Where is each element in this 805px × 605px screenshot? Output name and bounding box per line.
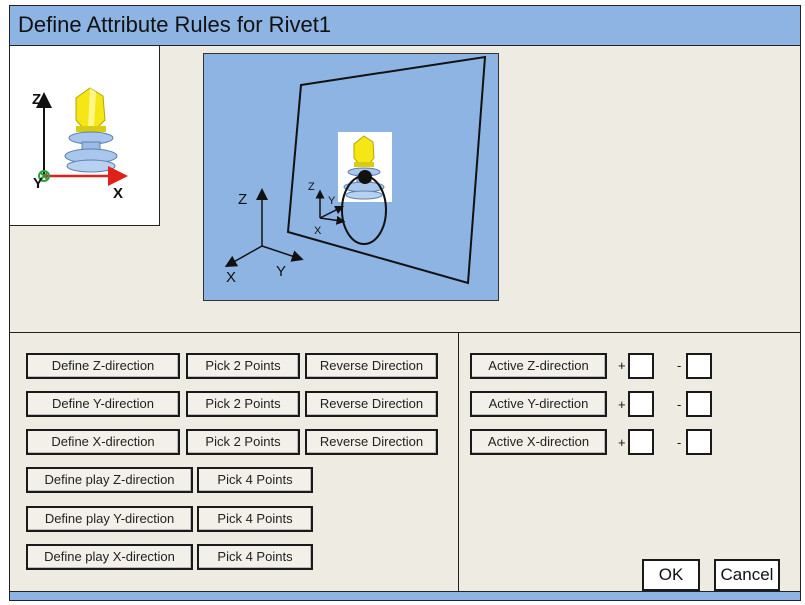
active-y-plus-sign: + (618, 397, 626, 412)
define-play-y-direction-button[interactable]: Define play Y-direction (26, 506, 193, 532)
cancel-button[interactable]: Cancel (714, 559, 780, 591)
reverse-y-direction-button[interactable]: Reverse Direction (305, 391, 438, 417)
active-y-direction-label: Active Y-direction (470, 391, 607, 417)
viewport-scene: Z Y X Z Y X (224, 55, 487, 286)
active-z-plus-sign: + (618, 358, 626, 373)
dialog-title: Define Attribute Rules for Rivet1 (18, 12, 332, 37)
global-z-label: Z (238, 191, 247, 208)
attribute-rules-dialog: Define Attribute Rules for Rivet1 Z Y X … (9, 5, 801, 601)
active-y-minus-checkbox[interactable] (686, 391, 712, 417)
title-bar: Define Attribute Rules for Rivet1 (10, 6, 800, 46)
pick-4-points-z-button[interactable]: Pick 4 Points (197, 467, 313, 493)
local-x-label: X (314, 225, 322, 237)
active-z-minus-sign: - (677, 358, 682, 373)
active-x-minus-sign: - (677, 435, 682, 450)
define-y-direction-button[interactable]: Define Y-direction (26, 391, 180, 417)
reverse-z-direction-button[interactable]: Reverse Direction (305, 353, 438, 379)
define-play-z-direction-button[interactable]: Define play Z-direction (26, 467, 193, 493)
active-y-minus-sign: - (677, 397, 682, 412)
thumb-x-label: X (113, 185, 123, 202)
global-y-axis (261, 245, 304, 262)
rivet-origin-point (358, 170, 372, 184)
rivet-axis-thumbnail: Z Y X (32, 82, 128, 202)
active-z-minus-checkbox[interactable] (686, 353, 712, 379)
define-play-x-direction-button[interactable]: Define play X-direction (26, 544, 193, 570)
local-y-label: Y (328, 195, 336, 207)
active-z-direction-label: Active Z-direction (470, 353, 607, 379)
pick-4-points-y-button[interactable]: Pick 4 Points (197, 506, 313, 532)
active-y-plus-checkbox[interactable] (628, 391, 654, 417)
pick-2-points-z-button[interactable]: Pick 2 Points (186, 353, 300, 379)
thumb-z-label: Z (32, 91, 41, 108)
active-x-minus-checkbox[interactable] (686, 429, 712, 455)
local-y-axis (319, 205, 345, 219)
active-x-direction-label: Active X-direction (470, 429, 607, 455)
pick-2-points-x-button[interactable]: Pick 2 Points (186, 429, 300, 455)
active-x-plus-sign: + (618, 435, 626, 450)
local-x-axis (319, 215, 346, 225)
active-z-plus-checkbox[interactable] (628, 353, 654, 379)
thumb-y-label: Y (33, 175, 43, 192)
active-x-plus-checkbox[interactable] (628, 429, 654, 455)
local-z-label: Z (308, 181, 315, 193)
rivet-thumbnail-panel: Z Y X (10, 46, 160, 226)
global-y-label: Y (276, 263, 286, 280)
define-z-direction-button[interactable]: Define Z-direction (26, 353, 180, 379)
global-x-axis (224, 245, 263, 267)
global-x-label: X (226, 269, 236, 286)
panel-divider-vertical (458, 332, 459, 592)
pick-4-points-x-button[interactable]: Pick 4 Points (197, 544, 313, 570)
ok-button[interactable]: OK (642, 559, 700, 591)
panel-divider-horizontal (10, 332, 800, 333)
rivet-icon (56, 82, 122, 174)
3d-viewport[interactable]: Z Y X Z Y X (203, 53, 499, 301)
bottom-status-bar (10, 591, 800, 600)
reverse-x-direction-button[interactable]: Reverse Direction (305, 429, 438, 455)
pick-2-points-y-button[interactable]: Pick 2 Points (186, 391, 300, 417)
define-x-direction-button[interactable]: Define X-direction (26, 429, 180, 455)
